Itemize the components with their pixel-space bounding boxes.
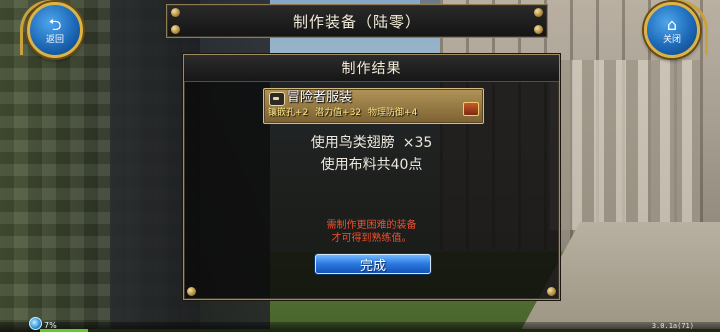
close-button[interactable]: ⌂ 关闭 — [644, 2, 700, 58]
proficiency-warning: 需制作更困难的装备 才可得到熟练值。 — [184, 219, 559, 245]
dialog-title: 制作结果 — [341, 61, 402, 77]
close-button-label: 关闭 — [662, 34, 681, 45]
item-stats: 镶嵌孔+2 潜力值+32 物理防御+4 — [268, 107, 421, 119]
experience-percent: 7% — [44, 321, 57, 330]
warning-line: 需制作更困难的装备 — [326, 220, 417, 231]
material-text: 使用鸟类翅膀 — [310, 135, 395, 151]
craft-result-dialog: 制作结果 冒险者服装 镶嵌孔+2 潜力值+32 物理防御+4 使用鸟类翅膀 ×35… — [183, 54, 560, 300]
armor-icon — [269, 92, 285, 106]
return-arrow-icon: ⮌ — [48, 14, 62, 34]
item-stat: 物理防御+4 — [368, 108, 418, 118]
item-stat: 潜力值+32 — [315, 108, 362, 118]
rivet — [547, 287, 556, 296]
rivet — [171, 25, 180, 34]
material-quantity: ×35 — [402, 135, 433, 151]
rivet — [187, 287, 196, 296]
back-button[interactable]: ⮌ 返回 — [27, 2, 83, 58]
rivet — [171, 8, 180, 17]
globe-icon — [29, 317, 42, 330]
material-used: 使用鸟类翅膀 ×35 — [184, 132, 559, 152]
version-label: 3.0.1a(71) — [651, 322, 694, 330]
warning-line: 才可得到熟练值。 — [331, 233, 412, 244]
rivet — [534, 25, 543, 34]
done-button-label: 完成 — [359, 258, 386, 274]
house-icon: ⌂ — [666, 14, 678, 34]
building-columns — [550, 60, 700, 230]
window-title-bar: 制作装备（陆零） — [166, 4, 548, 38]
back-button-label: 返回 — [45, 34, 64, 45]
crafted-item-card[interactable]: 冒险者服装 镶嵌孔+2 潜力值+32 物理防御+4 — [263, 88, 484, 124]
window-title: 制作装备（陆零） — [292, 12, 421, 31]
rivet — [534, 8, 543, 17]
dialog-header: 制作结果 — [184, 55, 559, 82]
done-button[interactable]: 完成 — [315, 254, 431, 274]
cloth-used: 使用布料共40点 — [320, 157, 423, 173]
item-name: 冒险者服装 — [287, 90, 353, 105]
treasure-chest-icon — [463, 102, 479, 116]
item-stat: 镶嵌孔+2 — [268, 108, 309, 118]
